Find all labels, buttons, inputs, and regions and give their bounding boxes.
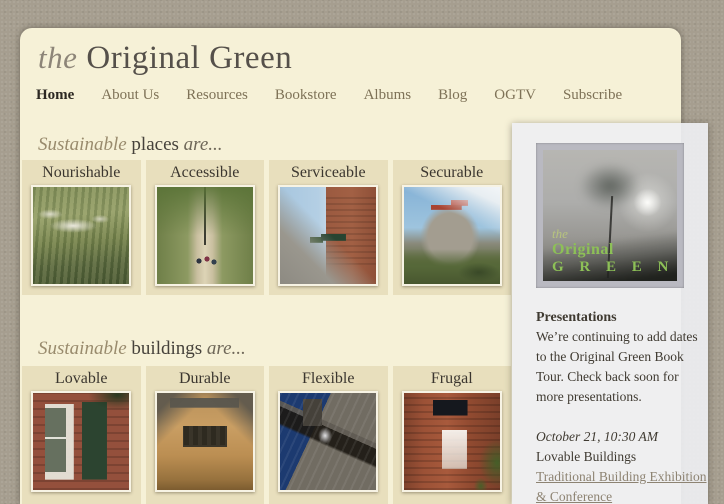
cover-green: G R E E N (552, 258, 674, 277)
card-label: Serviceable (269, 163, 388, 183)
card-label: Flexible (269, 369, 388, 389)
logo-name: Original Green (86, 40, 292, 76)
desktop-background: { "header": { "logo": { "the": "the", "n… (0, 0, 724, 504)
flexible-photo[interactable] (278, 391, 378, 492)
heading-noun: places (131, 134, 178, 155)
nav-bookstore[interactable]: Bookstore (275, 87, 337, 103)
durable-photo[interactable] (155, 391, 255, 492)
book-cover-title: the Original G R E E N (552, 227, 674, 277)
heading-tail: are... (184, 134, 223, 155)
presentations-intro: We’re continuing to add dates to the Ori… (536, 327, 708, 407)
frugal-photo[interactable] (402, 391, 502, 492)
heading-em: Sustainable (38, 338, 127, 359)
nav-home[interactable]: Home (36, 87, 74, 103)
card-label: Frugal (393, 369, 512, 389)
site-logo: the Original Green (38, 40, 292, 77)
places-card-row: Nourishable Accessible Serviceable Secur… (22, 160, 511, 295)
card-securable: Securable (393, 160, 512, 295)
card-serviceable: Serviceable (269, 160, 388, 295)
nav-ogtv[interactable]: OGTV (494, 87, 536, 103)
cover-original: Original (552, 241, 674, 258)
serviceable-photo[interactable] (278, 185, 378, 286)
heading-tail: are... (207, 338, 246, 359)
sidebar-panel: the Original G R E E N Presentations We’… (512, 123, 708, 504)
places-section-heading: Sustainable places are... (38, 134, 223, 156)
nav-albums[interactable]: Albums (364, 87, 412, 103)
card-durable: Durable (146, 366, 265, 504)
heading-em: Sustainable (38, 134, 127, 155)
card-label: Nourishable (22, 163, 141, 183)
event-conference-link[interactable]: Traditional Building Exhibition & Confer… (536, 467, 708, 504)
cover-the: the (552, 227, 674, 241)
card-accessible: Accessible (146, 160, 265, 295)
book-cover-photo: the Original G R E E N (543, 150, 677, 281)
nav-resources[interactable]: Resources (186, 87, 248, 103)
original-green-book-cover[interactable]: the Original G R E E N (536, 143, 684, 288)
accessible-photo[interactable] (155, 185, 255, 286)
presentations-title: Presentations (536, 309, 708, 327)
heading-noun: buildings (131, 338, 202, 359)
lovable-photo[interactable] (31, 391, 131, 492)
card-frugal: Frugal (393, 366, 512, 504)
securable-photo[interactable] (402, 185, 502, 286)
card-label: Lovable (22, 369, 141, 389)
nav-subscribe[interactable]: Subscribe (563, 87, 622, 103)
logo-the: the (38, 40, 77, 75)
card-nourishable: Nourishable (22, 160, 141, 295)
card-label: Securable (393, 163, 512, 183)
buildings-card-row: Lovable Durable Flexible Frugal (22, 366, 511, 504)
nourishable-photo[interactable] (31, 185, 131, 286)
presentations-block: Presentations We’re continuing to add da… (536, 309, 708, 504)
event-date: October 21, 10:30 AM (536, 427, 708, 447)
event-name: Lovable Buildings (536, 447, 708, 467)
nav-about-us[interactable]: About Us (101, 87, 159, 103)
main-nav: Home About Us Resources Bookstore Albums… (36, 86, 645, 104)
buildings-section-heading: Sustainable buildings are... (38, 338, 246, 360)
card-flexible: Flexible (269, 366, 388, 504)
card-label: Accessible (146, 163, 265, 183)
nav-blog[interactable]: Blog (438, 87, 467, 103)
card-label: Durable (146, 369, 265, 389)
card-lovable: Lovable (22, 366, 141, 504)
